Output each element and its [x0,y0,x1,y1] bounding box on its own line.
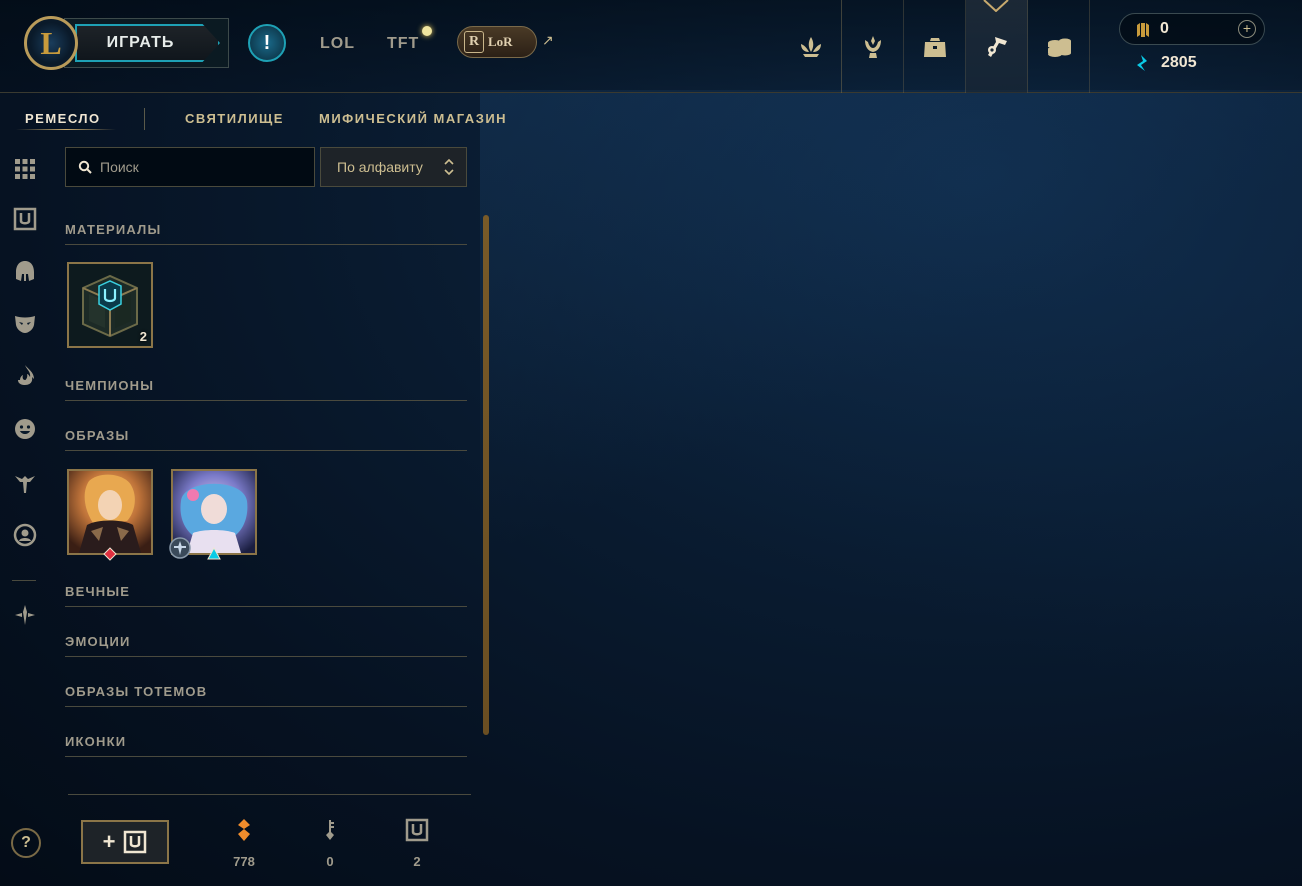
chest-icon [405,818,429,842]
skin-art-image [69,471,151,553]
sidebar-eternals-button[interactable] [12,362,38,388]
section-divider [65,244,467,245]
plus-icon: + [102,829,116,854]
section-divider [65,400,467,401]
orange-essence-stat: 778 [214,818,274,869]
play-button-frame: ИГРАТЬ [64,18,229,68]
item-count: 2 [139,329,147,344]
sidebar-all-button[interactable] [12,156,38,182]
sidebar-separator [12,580,36,581]
arcane-badge-icon [169,537,191,559]
keys-value: 0 [326,854,334,869]
flame-icon [18,365,34,385]
coins-store-icon [1047,38,1071,57]
play-button[interactable]: ИГРАТЬ [75,24,220,62]
section-divider [65,450,467,451]
skin-tile-2[interactable] [169,469,257,560]
backpack-icon [923,37,946,57]
sort-selected-value: По алфавиту [337,159,423,175]
blue-essence-icon [1137,55,1147,71]
lor-button[interactable]: R LoR [457,26,537,58]
nav-icon-bar [780,0,1090,93]
subtab-sanctum[interactable]: СВЯТИЛИЩЕ [185,111,284,126]
ward-icon [15,476,35,493]
nav-trophy-button[interactable] [842,0,904,93]
notification-dot [422,26,432,36]
subtab-crafting[interactable]: РЕМЕСЛО [25,111,101,126]
top-navigation: ИГРАТЬ L ! LOL TFT R LoR ↗ 0 + 2805 [0,0,1302,93]
chest-icon [124,830,147,854]
section-divider [65,706,467,707]
help-button[interactable]: ? [11,828,41,858]
section-title-champions[interactable]: ЧЕМПИОНЫ [65,378,154,393]
league-logo-icon[interactable]: L [24,16,78,70]
section-title-materials[interactable]: МАТЕРИАЛЫ [65,222,161,237]
sidebar-materials-button[interactable] [12,206,38,232]
lotus-icon [800,36,821,57]
sidebar-champions-button[interactable] [12,258,38,284]
search-input[interactable] [100,159,300,175]
helmet-icon [16,261,34,281]
orange-essence-icon [238,819,250,841]
section-title-ward-skins[interactable]: ОБРАЗЫ ТОТЕМОВ [65,684,207,699]
arrows-icon [15,605,35,625]
nav-loot-button[interactable] [966,0,1028,93]
sidebar-ward-skins-button[interactable] [12,470,38,496]
nav-store-button[interactable] [1028,0,1090,93]
be-value: 2805 [1161,54,1197,71]
sidebar-icons-button[interactable] [12,522,38,548]
section-divider [65,606,467,607]
material-tile-hextech-chest[interactable]: 2 [67,262,153,348]
search-field[interactable] [65,147,315,187]
rp-value: 0 [1160,20,1169,37]
chest-icon [13,207,37,231]
hextech-hammer-icon [987,36,1007,57]
section-divider [65,656,467,657]
mask-icon [15,316,35,333]
chevron-updown-icon [444,158,454,176]
section-title-skins[interactable]: ОБРАЗЫ [65,428,129,443]
subtab-active-underline [16,129,116,130]
hextech-chest-icon [69,264,151,346]
lor-logo-icon: R [464,31,484,53]
background [480,90,1302,886]
external-link-icon: ↗ [542,32,554,48]
red-gem-icon [103,547,117,561]
key-icon [326,820,334,840]
keys-stat: 0 [300,818,360,869]
rp-wallet: 0 + [1119,13,1265,45]
lor-label: LoR [488,34,513,49]
alert-button[interactable]: ! [248,24,286,62]
sort-dropdown[interactable]: По алфавиту [320,147,467,187]
tab-lol[interactable]: LOL [320,35,355,53]
grid-icon [15,159,35,179]
chests-value: 2 [413,854,421,869]
footer-divider [68,794,471,795]
buy-rp-button[interactable]: + [1238,20,1256,38]
profile-icon [13,523,37,547]
nav-collection-button[interactable] [904,0,966,93]
nav-lotus-button[interactable] [780,0,842,93]
section-title-emotes[interactable]: ЭМОЦИИ [65,634,131,649]
orange-essence-value: 778 [233,854,255,869]
section-title-icons[interactable]: ИКОНКИ [65,734,126,749]
trophy-icon [864,35,881,58]
search-icon [78,160,92,174]
skin-tile-1[interactable] [67,469,153,561]
riot-points-icon [1137,23,1149,37]
chests-stat: 2 [387,818,447,869]
sidebar-tft-button[interactable] [12,602,38,628]
active-nav-caret-icon [983,0,1009,12]
sidebar-emotes-button[interactable] [12,416,38,442]
list-scrollbar[interactable] [483,215,489,735]
section-divider [65,756,467,757]
subtab-divider [144,108,145,130]
blue-gem-icon [207,547,221,560]
section-title-eternals[interactable]: ВЕЧНЫЕ [65,584,130,599]
craft-key-button[interactable]: + [81,820,169,864]
tab-tft[interactable]: TFT [387,35,419,53]
subtab-mythic-shop[interactable]: МИФИЧЕСКИЙ МАГАЗИН [319,111,507,126]
emote-face-icon [15,419,35,439]
sidebar-skins-button[interactable] [12,310,38,336]
